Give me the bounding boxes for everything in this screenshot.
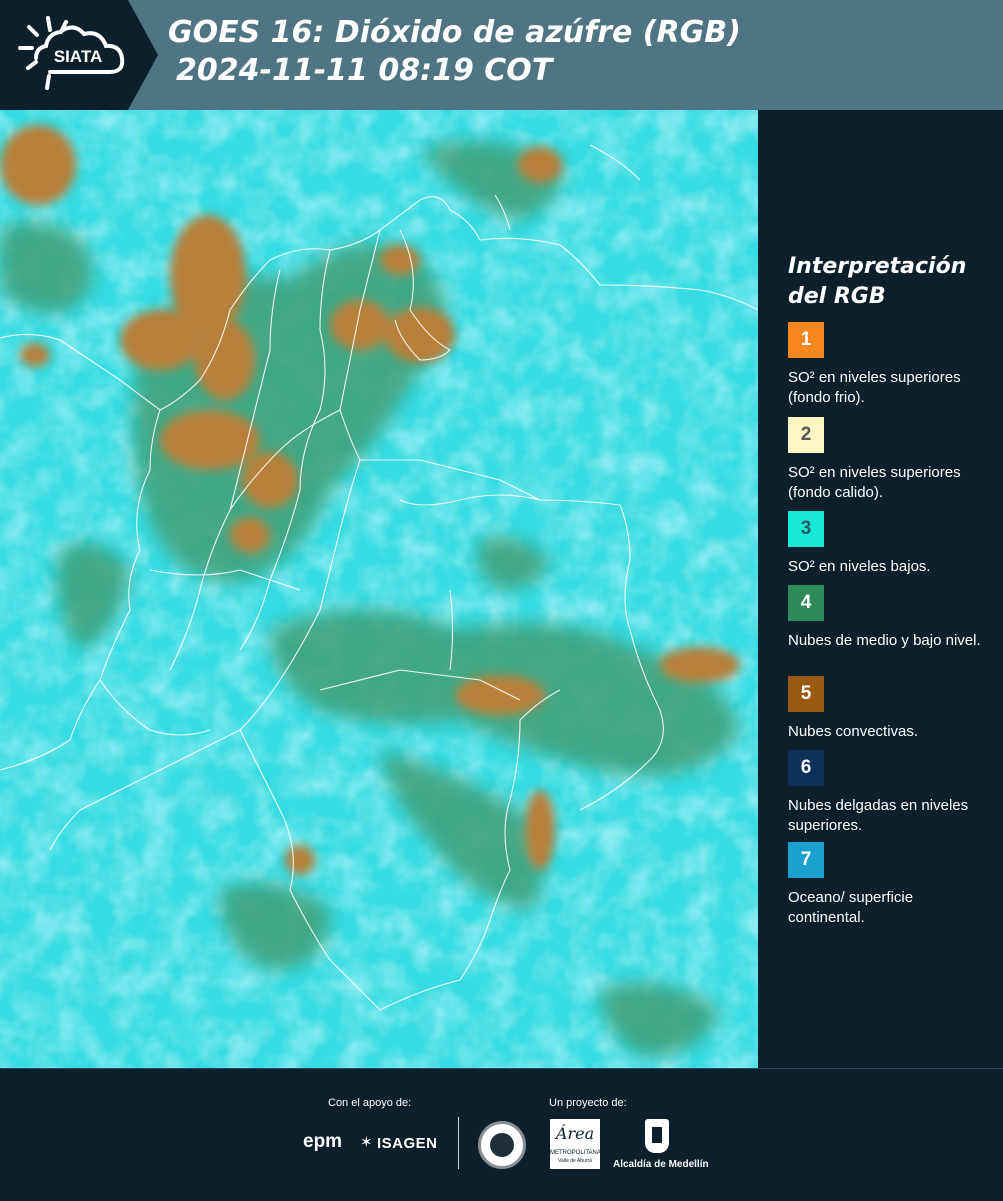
logo-text: SIATA xyxy=(54,47,102,66)
legend-text-1: SO² en niveles superiores (fondo frio). xyxy=(788,369,961,406)
legend-swatch-3: 3 xyxy=(788,511,824,547)
project-label: Un proyecto de: xyxy=(549,1097,627,1109)
medellin-seal-icon xyxy=(478,1121,526,1169)
legend-item-3: 3 SO² en niveles bajos. xyxy=(788,511,988,577)
support-label: Con el apoyo de: xyxy=(328,1097,412,1109)
legend-swatch-4: 4 xyxy=(788,585,824,621)
satellite-map xyxy=(0,110,758,1068)
legend-title: Interpretación del RGB xyxy=(788,252,966,312)
legend-swatch-6: 6 xyxy=(788,750,824,786)
footer: Con el apoyo de: Un proyecto de: epm ✶ I… xyxy=(0,1068,1003,1201)
footer-divider xyxy=(458,1117,459,1169)
legend-item-1: 1 SO² en niveles superiores (fondo frio)… xyxy=(788,322,988,408)
title-line-1: GOES 16: Dióxido de azúfre (RGB) xyxy=(168,15,741,50)
legend-title-line-2: del RGB xyxy=(788,284,886,309)
legend-item-7: 7 Oceano/ superficie continental. xyxy=(788,842,988,928)
legend-item-5: 5 Nubes convectivas. xyxy=(788,676,988,742)
epm-logo: epm xyxy=(303,1131,343,1152)
isagen-mark-icon: ✶ xyxy=(360,1134,373,1151)
area-logo-sub-2: Valle de Aburrá xyxy=(558,1158,592,1164)
area-logo-sub-1: METROPOLITANA xyxy=(550,1150,601,1156)
legend-swatch-2: 2 xyxy=(788,417,824,453)
rgb-legend: Interpretación del RGB 1 SO² en niveles … xyxy=(758,110,1003,1068)
legend-text-4: Nubes de medio y bajo nivel. xyxy=(788,632,981,649)
alcaldia-shield-icon xyxy=(645,1119,669,1153)
legend-swatch-7: 7 xyxy=(788,842,824,878)
header-bar: SIATA GOES 16: Dióxido de azúfre (RGB) 2… xyxy=(0,0,1003,110)
legend-item-2: 2 SO² en niveles superiores (fondo calid… xyxy=(788,417,988,503)
legend-text-6: Nubes delgadas en niveles superiores. xyxy=(788,797,969,834)
area-logo-name: Área xyxy=(555,1124,595,1143)
legend-text-3: SO² en niveles bajos. xyxy=(788,558,931,575)
legend-item-4: 4 Nubes de medio y bajo nivel. xyxy=(788,585,988,651)
siata-logo: SIATA xyxy=(0,0,158,110)
title-line-2: 2024-11-11 08:19 COT xyxy=(176,53,553,88)
legend-item-6: 6 Nubes delgadas en niveles superiores. xyxy=(788,750,988,836)
legend-text-2: SO² en niveles superiores (fondo calido)… xyxy=(788,464,961,501)
area-metropolitana-logo: Área METROPOLITANA Valle de Aburrá xyxy=(550,1119,601,1169)
alcaldia-logo-text: Alcaldía de Medellín xyxy=(613,1159,709,1170)
legend-swatch-5: 5 xyxy=(788,676,824,712)
legend-title-line-1: Interpretación xyxy=(788,254,967,279)
legend-text-7: Oceano/ superficie continental. xyxy=(788,889,914,926)
legend-swatch-1: 1 xyxy=(788,322,824,358)
legend-text-5: Nubes convectivas. xyxy=(788,723,919,740)
isagen-logo: ISAGEN xyxy=(377,1135,438,1152)
page-title: GOES 16: Dióxido de azúfre (RGB) 2024-11… xyxy=(168,14,741,90)
